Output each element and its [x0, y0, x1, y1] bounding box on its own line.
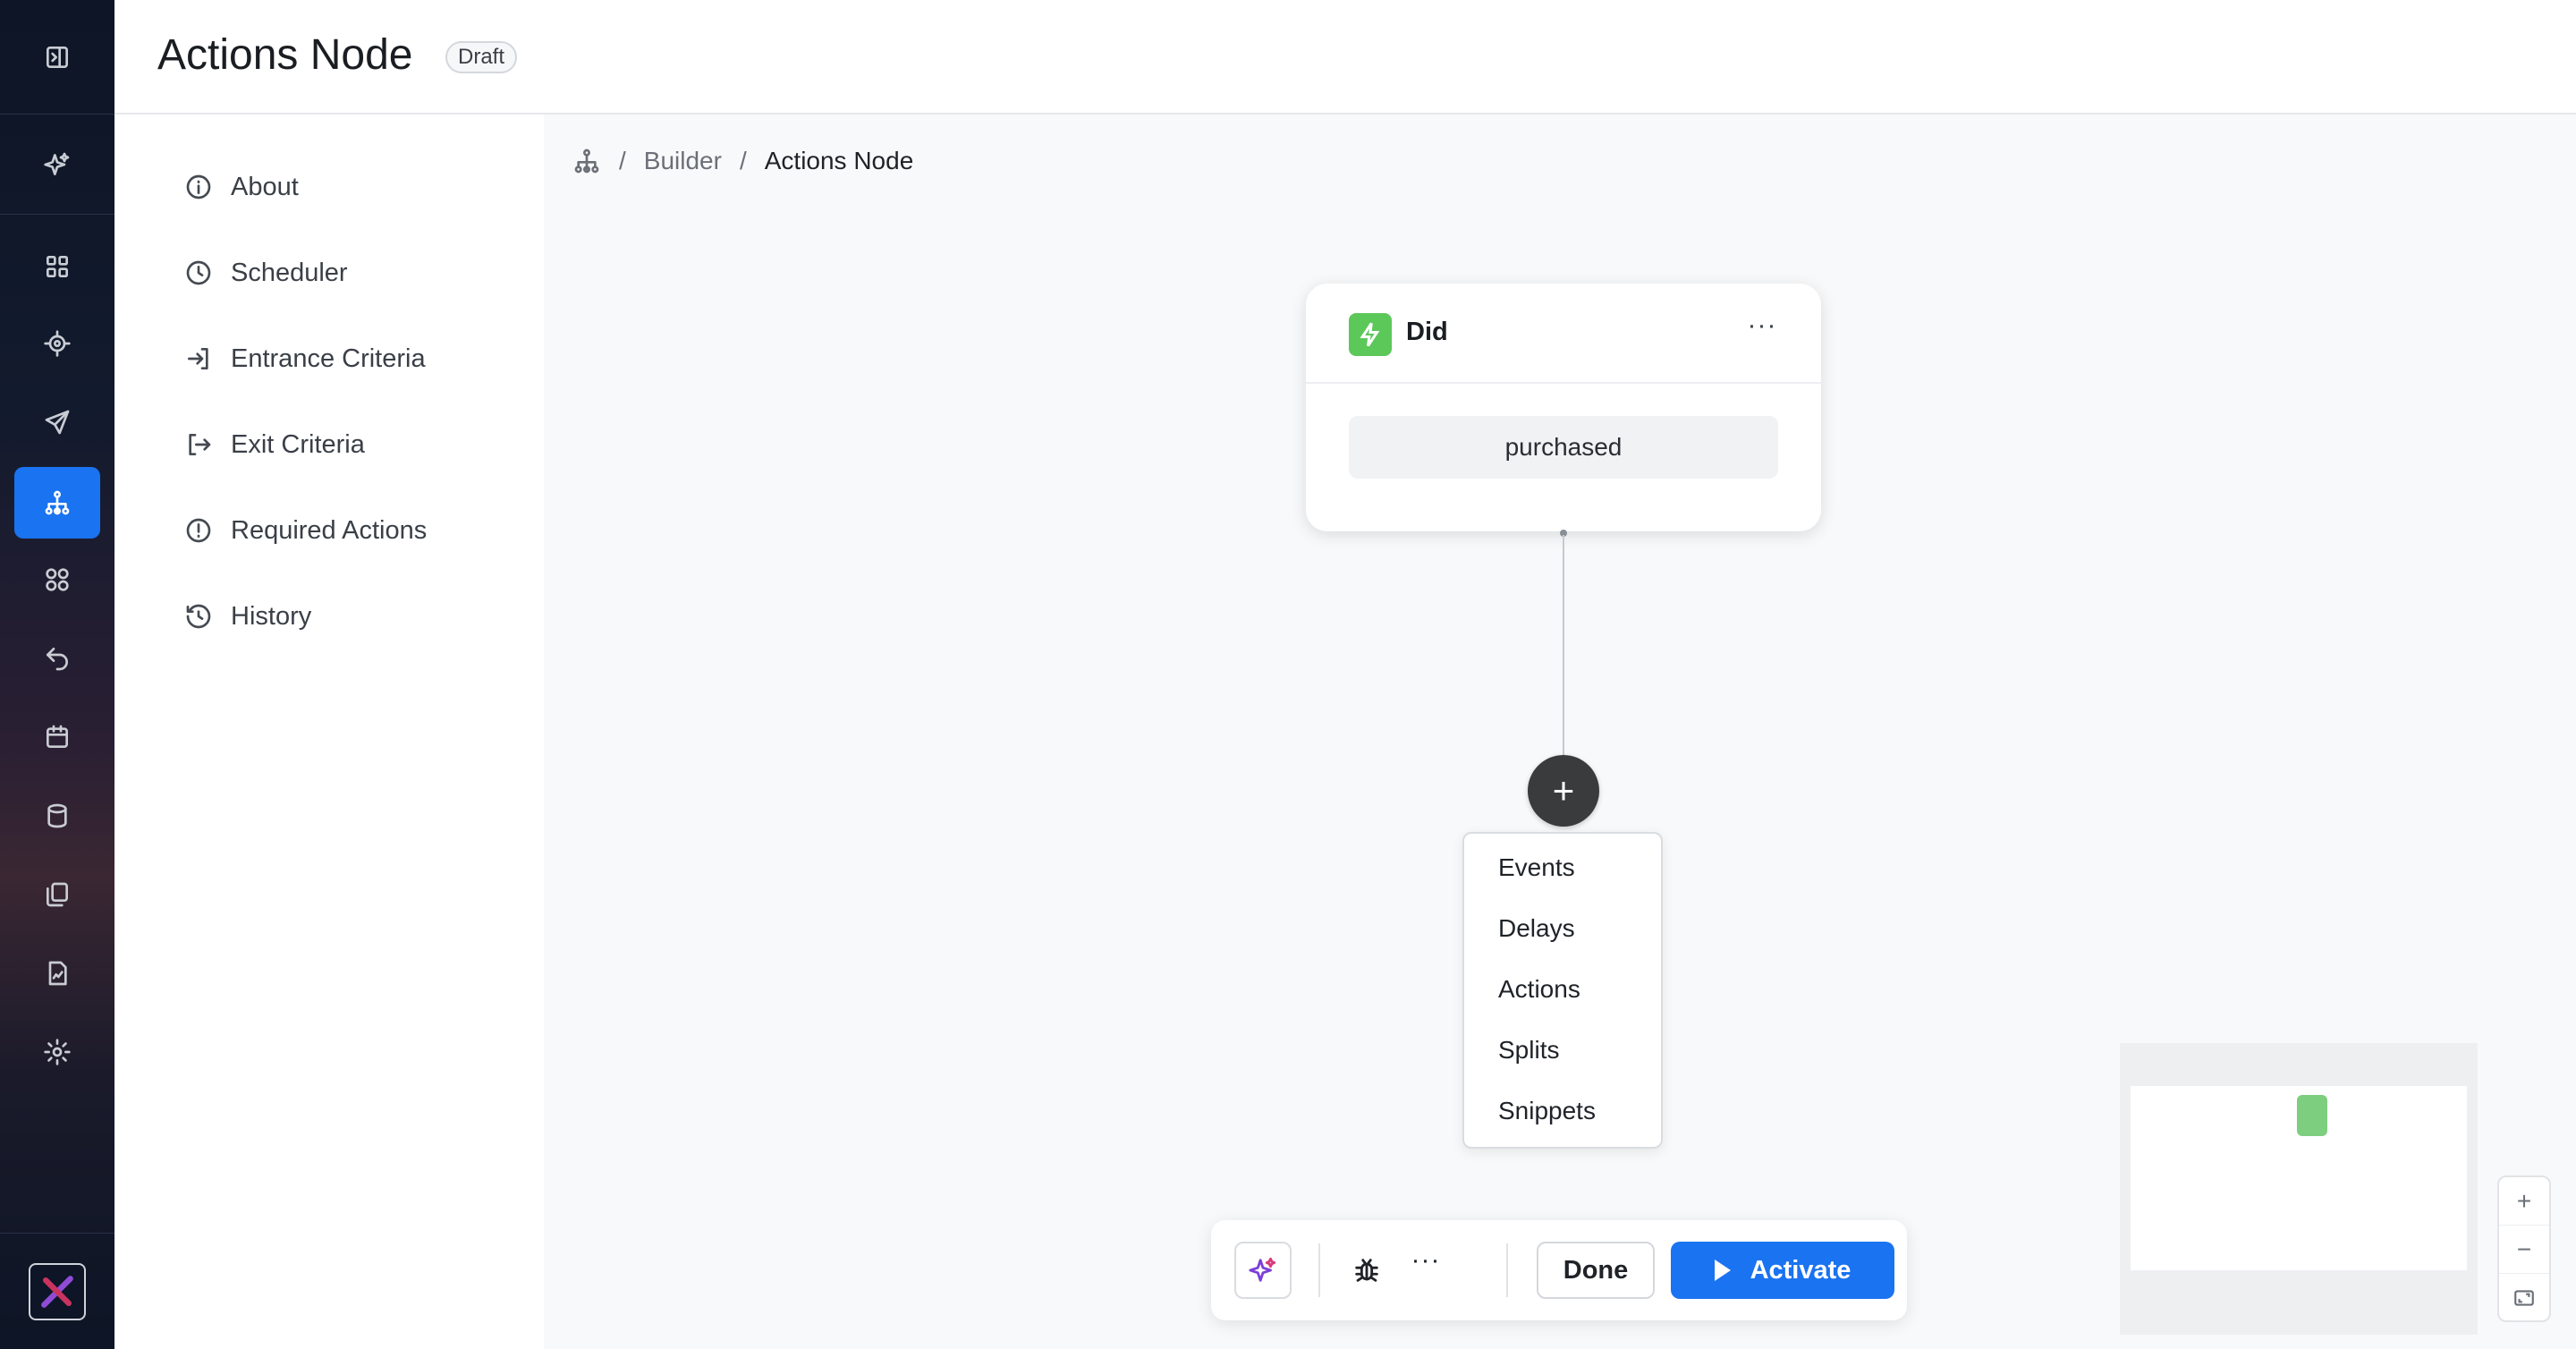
node-header: Did ···	[1306, 284, 1821, 384]
ai-assistant-button[interactable]	[0, 115, 114, 215]
fit-view-icon	[2514, 1290, 2534, 1306]
bottom-toolbar: ··· Done Activate	[1211, 1220, 1907, 1320]
connector-line	[1563, 535, 1564, 756]
icon-rail	[0, 0, 114, 1349]
menu-item-splits[interactable]: Splits	[1498, 1036, 1559, 1072]
fit-view-button[interactable]	[2499, 1274, 2549, 1322]
segments-icon	[46, 568, 69, 591]
journey-icon	[45, 490, 70, 515]
reports-icon	[48, 961, 67, 986]
nav-item-label: About	[231, 172, 299, 201]
nav-item-label: Exit Criteria	[231, 429, 365, 459]
zoom-out-button[interactable]: −	[2499, 1226, 2549, 1274]
brand-logo[interactable]	[29, 1262, 86, 1320]
nav-item-scheduler[interactable]: Scheduler	[184, 250, 348, 295]
database-icon	[47, 803, 67, 828]
ai-assist-button[interactable]	[1234, 1242, 1292, 1299]
page-title: Actions Node	[157, 31, 413, 79]
send-icon	[45, 410, 70, 435]
menu-item-events[interactable]: Events	[1498, 853, 1575, 889]
lightning-icon	[1349, 313, 1392, 356]
enter-icon	[188, 348, 208, 369]
collapse-sidebar-button[interactable]	[0, 0, 114, 115]
menu-item-snippets[interactable]: Snippets	[1498, 1097, 1596, 1133]
node-title: Did	[1406, 318, 1448, 346]
rail-item-campaigns[interactable]	[14, 386, 100, 458]
alert-icon	[186, 518, 211, 543]
breadcrumb-separator: /	[619, 147, 626, 174]
rail-item-calendar[interactable]	[14, 701, 100, 773]
calendar-icon	[47, 725, 68, 748]
rail-item-templates[interactable]	[14, 859, 100, 930]
rail-item-reports[interactable]	[14, 938, 100, 1009]
nav-item-exit-criteria[interactable]: Exit Criteria	[184, 422, 365, 467]
nav-item-label: Required Actions	[231, 515, 428, 545]
breadcrumb-separator: /	[739, 147, 747, 174]
dashboard-icon	[46, 256, 68, 277]
add-step-menu: Events Delays Actions Splits Snippets	[1462, 832, 1663, 1149]
nav-item-about[interactable]: About	[184, 165, 299, 209]
journey-canvas[interactable]: / Builder / Actions Node Did ··· purchas…	[544, 115, 2576, 1349]
nav-item-label: History	[231, 601, 312, 631]
nav-item-label: Scheduler	[231, 258, 348, 287]
templates-icon	[47, 882, 68, 907]
rail-item-journeys[interactable]	[14, 467, 100, 539]
undo-icon	[47, 648, 68, 671]
target-icon	[44, 330, 71, 357]
play-icon	[1714, 1260, 1731, 1281]
rail-item-data[interactable]	[14, 780, 100, 852]
clock-icon	[186, 260, 211, 285]
breadcrumb-builder-link[interactable]: Builder	[644, 147, 722, 175]
minimap[interactable]	[2120, 1043, 2478, 1335]
status-badge: Draft	[445, 41, 518, 73]
debug-button[interactable]	[1345, 1249, 1388, 1292]
node-more-button[interactable]: ···	[1741, 310, 1784, 341]
nav-item-label: Entrance Criteria	[231, 344, 426, 373]
history-icon	[186, 604, 211, 629]
minimap-node	[2297, 1095, 2327, 1136]
menu-item-actions[interactable]: Actions	[1498, 975, 1580, 1011]
gear-icon	[44, 1039, 71, 1065]
info-icon	[186, 174, 211, 199]
breadcrumb-current: Actions Node	[764, 147, 914, 174]
done-button[interactable]: Done	[1537, 1242, 1655, 1299]
activate-button[interactable]: Activate	[1671, 1242, 1894, 1299]
nav-item-entrance-criteria[interactable]: Entrance Criteria	[184, 336, 426, 381]
toolbar-divider	[1318, 1243, 1320, 1297]
bug-icon	[1355, 1259, 1378, 1282]
sparkles-icon	[1249, 1257, 1276, 1282]
rail-item-undo[interactable]	[14, 623, 100, 694]
zoom-controls: + −	[2497, 1175, 2551, 1322]
page-header: Actions Node Draft	[114, 0, 2576, 115]
toolbar-divider	[1506, 1243, 1508, 1297]
rail-item-targeting[interactable]	[14, 308, 100, 379]
sparkles-icon	[44, 152, 70, 175]
breadcrumb: / Builder / Actions Node	[572, 147, 913, 175]
zoom-in-button[interactable]: +	[2499, 1177, 2549, 1226]
minimap-viewport[interactable]	[2131, 1086, 2467, 1270]
node-event-value[interactable]: purchased	[1349, 416, 1778, 479]
did-node-card[interactable]: Did ··· purchased	[1306, 284, 1821, 531]
rail-item-segments[interactable]	[14, 544, 100, 615]
logo-x-icon	[41, 1275, 73, 1308]
journey-icon[interactable]	[572, 147, 601, 175]
activate-label: Activate	[1750, 1255, 1852, 1285]
menu-item-delays[interactable]: Delays	[1498, 914, 1575, 950]
rail-item-dashboard[interactable]	[14, 231, 100, 302]
rail-footer	[0, 1233, 114, 1349]
add-step-button[interactable]: +	[1528, 755, 1599, 827]
exit-icon	[189, 434, 211, 455]
settings-panel: About Scheduler Entrance Criteria Exit C…	[114, 115, 544, 1349]
collapse-icon	[47, 46, 68, 68]
nav-item-required-actions[interactable]: Required Actions	[184, 508, 427, 553]
nav-item-history[interactable]: History	[184, 594, 311, 639]
more-options-button[interactable]: ···	[1404, 1245, 1447, 1288]
rail-item-settings[interactable]	[14, 1016, 100, 1088]
